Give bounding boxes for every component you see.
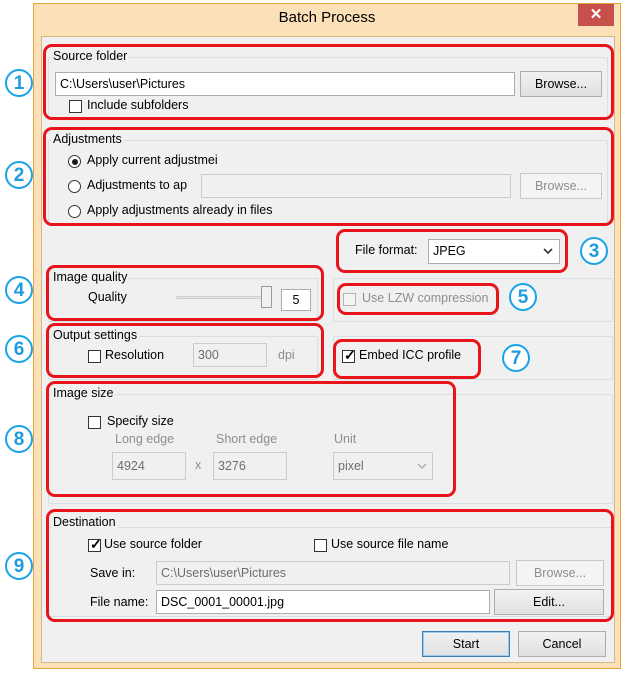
callout-number-4: 4 — [5, 276, 33, 304]
callout-number-5: 5 — [509, 283, 537, 311]
callout-number-3: 3 — [580, 237, 608, 265]
callout-number-7: 7 — [502, 344, 530, 372]
callout-number-9: 9 — [5, 552, 33, 580]
callout-number-1: 1 — [5, 69, 33, 97]
callout-box-4 — [46, 265, 324, 321]
dialog-title: Batch Process — [278, 9, 376, 26]
callout-box-8 — [46, 381, 456, 497]
callout-box-5 — [337, 283, 499, 315]
callout-box-1 — [43, 44, 614, 120]
callout-number-2: 2 — [5, 161, 33, 189]
cancel-button[interactable]: Cancel — [518, 631, 606, 657]
callout-box-9 — [46, 509, 614, 622]
callout-number-6: 6 — [5, 335, 33, 363]
start-button[interactable]: Start — [422, 631, 510, 657]
callout-box-2 — [43, 127, 614, 226]
callout-box-3 — [336, 229, 568, 273]
callout-number-8: 8 — [5, 425, 33, 453]
close-icon: ✕ — [589, 6, 603, 23]
callout-box-6 — [46, 323, 324, 378]
close-button[interactable]: ✕ — [578, 4, 614, 26]
callout-box-7 — [333, 339, 481, 379]
